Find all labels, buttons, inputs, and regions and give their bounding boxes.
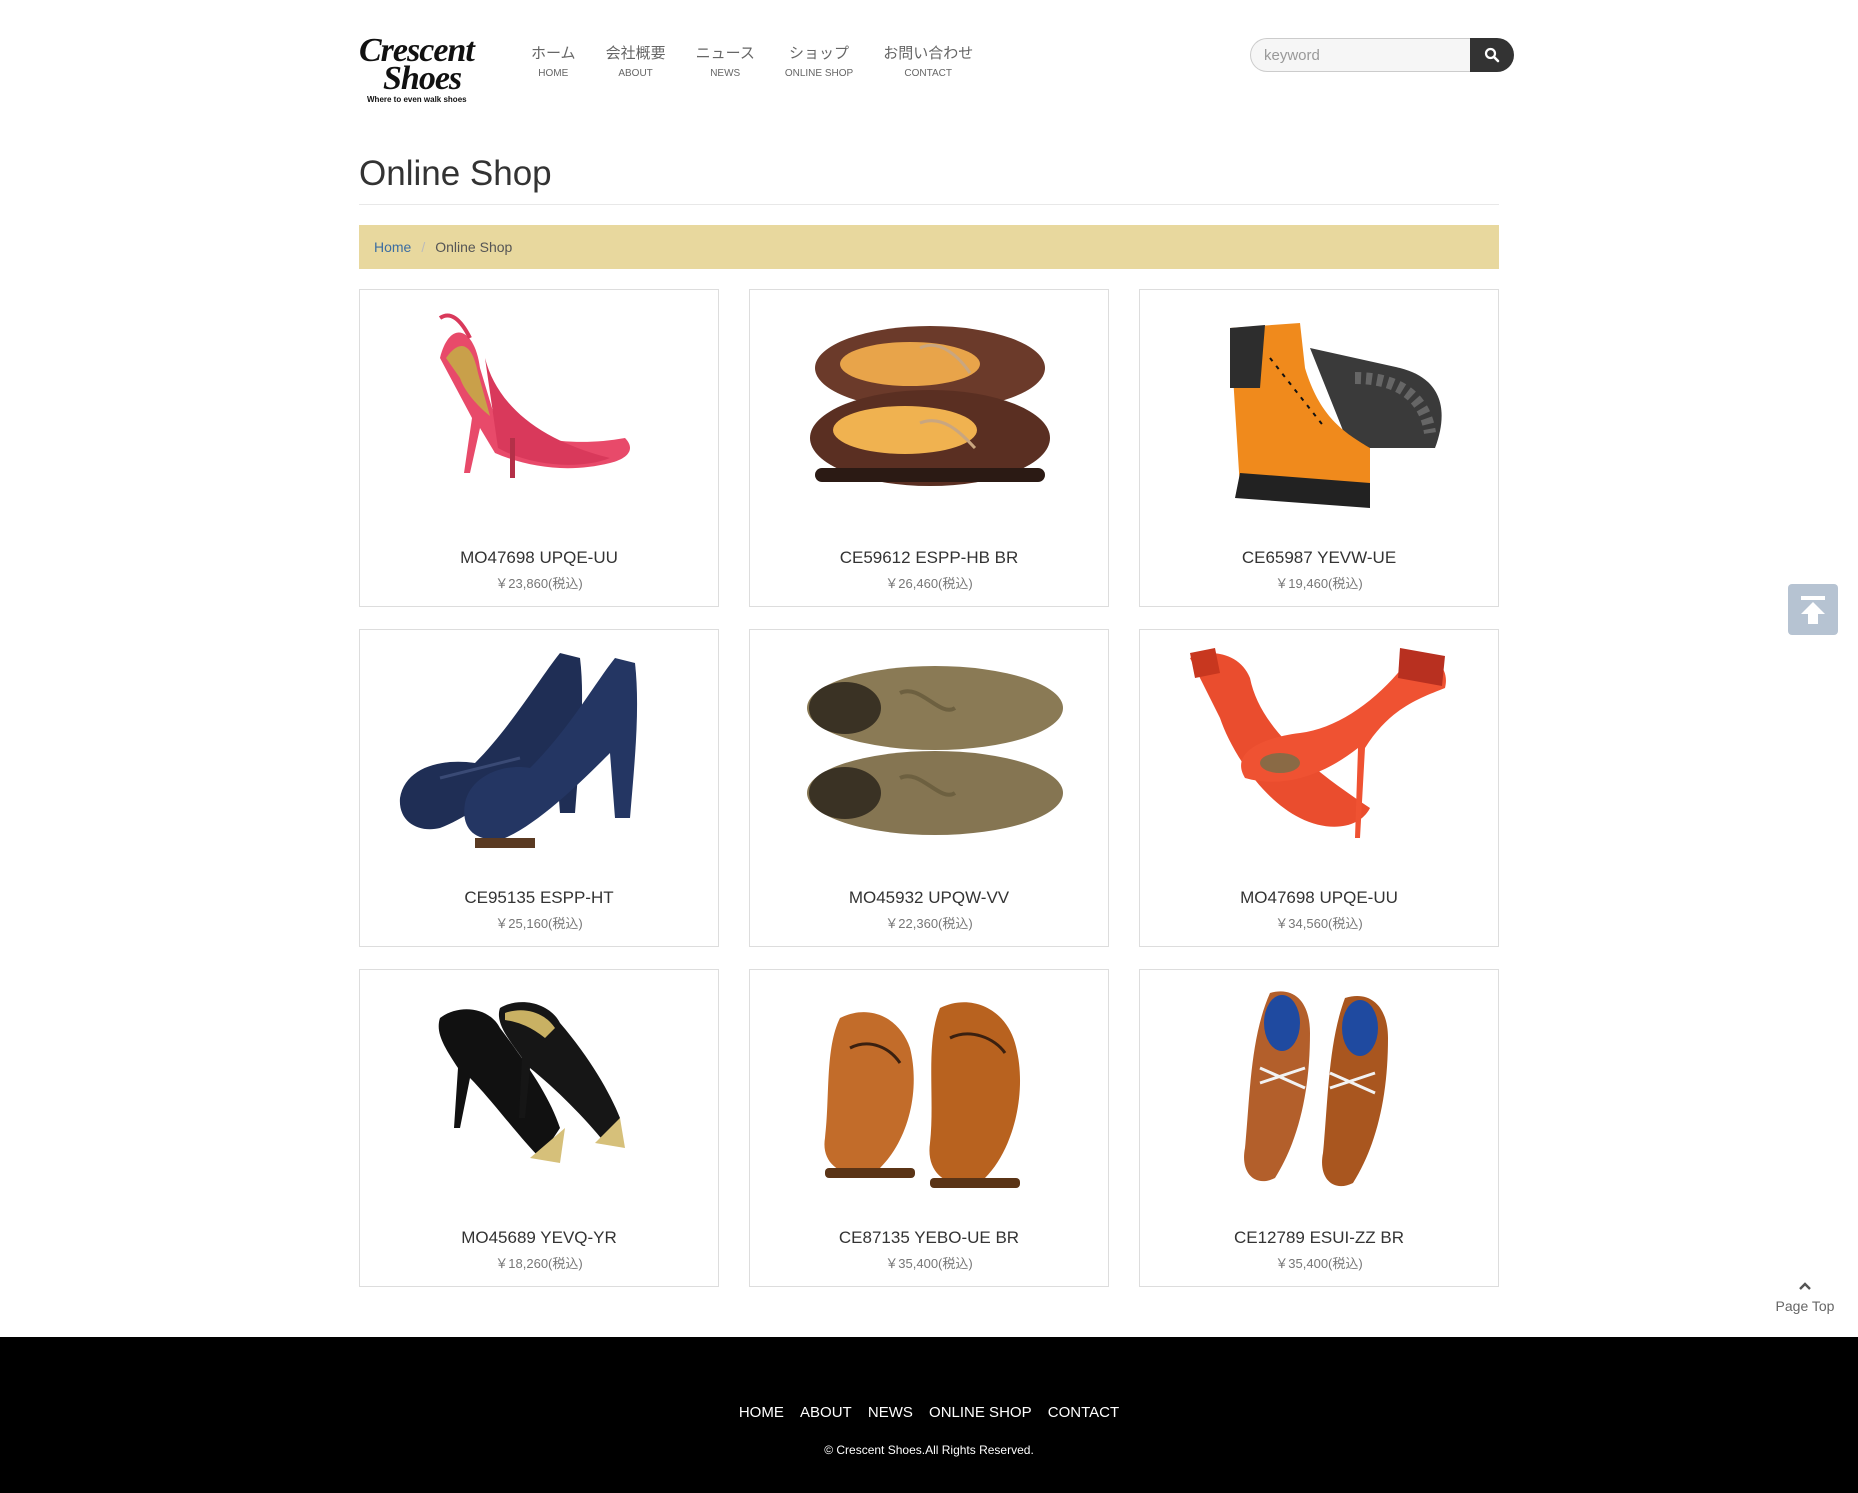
- product-name[interactable]: MO47698 UPQE-UU: [360, 548, 718, 568]
- product-name[interactable]: CE65987 YEVW-UE: [1140, 548, 1498, 568]
- breadcrumb-current: Online Shop: [435, 239, 513, 255]
- product-card[interactable]: CE65987 YEVW-UE ￥19,460(税込): [1139, 289, 1499, 607]
- copyright: © Crescent Shoes.All Rights Reserved.: [824, 1443, 1034, 1457]
- product-price: ￥26,460(税込): [885, 576, 973, 591]
- breadcrumb-separator: /: [421, 239, 426, 255]
- search-input[interactable]: [1250, 38, 1470, 72]
- search-icon: [1484, 47, 1500, 63]
- product-image-black-gold-pumps[interactable]: [380, 978, 700, 1203]
- product-card[interactable]: MO47698 UPQE-UU ￥23,860(税込): [359, 289, 719, 607]
- logo-tagline: Where to even walk shoes: [367, 95, 467, 104]
- nav-item-about[interactable]: 会社概要 ABOUT: [606, 44, 666, 81]
- nav-label-en: NEWS: [710, 68, 741, 79]
- product-image-suede-lace-up-shoes[interactable]: [770, 638, 1090, 863]
- nav-label-jp: お問い合わせ: [883, 45, 974, 62]
- nav-item-online-shop[interactable]: ショップ ONLINE SHOP: [785, 44, 853, 81]
- product-price: ￥35,400(税込): [1275, 1256, 1363, 1271]
- scroll-to-top-button[interactable]: [1788, 584, 1838, 635]
- footer-link-contact[interactable]: CONTACT: [1048, 1404, 1119, 1421]
- search-bar: [1250, 38, 1514, 72]
- product-image-woven-brown-oxfords[interactable]: [1160, 978, 1480, 1203]
- product-card[interactable]: CE12789 ESUI-ZZ BR ￥35,400(税込): [1139, 969, 1499, 1287]
- arrow-up-to-top-icon: [1801, 595, 1825, 624]
- nav-label-jp: ショップ: [789, 45, 850, 62]
- product-image-brown-boat-shoes[interactable]: [770, 298, 1090, 523]
- product-image-orange-hiking-boots[interactable]: [1160, 298, 1480, 523]
- logo-word-2: Shoes: [383, 60, 462, 97]
- product-name[interactable]: MO45932 UPQW-VV: [750, 888, 1108, 908]
- product-card[interactable]: CE59612 ESPP-HB BR ￥26,460(税込): [749, 289, 1109, 607]
- nav-label-en: CONTACT: [904, 68, 952, 79]
- product-name[interactable]: MO45689 YEVQ-YR: [360, 1228, 718, 1248]
- site-header: Crescent Shoes Where to even walk shoes …: [359, 0, 1515, 120]
- product-name[interactable]: CE95135 ESPP-HT: [360, 888, 718, 908]
- product-name[interactable]: CE59612 ESPP-HB BR: [750, 548, 1108, 568]
- product-price: ￥25,160(税込): [495, 916, 583, 931]
- product-price: ￥22,360(税込): [885, 916, 973, 931]
- product-card[interactable]: MO45689 YEVQ-YR ￥18,260(税込): [359, 969, 719, 1287]
- footer-link-online-shop[interactable]: ONLINE SHOP: [929, 1404, 1032, 1421]
- product-image-navy-platform-pumps[interactable]: [380, 638, 700, 863]
- product-price: ￥34,560(税込): [1275, 916, 1363, 931]
- breadcrumb: Home / Online Shop: [359, 225, 1499, 269]
- product-name[interactable]: CE87135 YEBO-UE BR: [750, 1228, 1108, 1248]
- product-card[interactable]: MO45932 UPQW-VV ￥22,360(税込): [749, 629, 1109, 947]
- nav-label-en: ABOUT: [618, 68, 653, 79]
- product-image-pink-slingback-heel[interactable]: [380, 298, 700, 523]
- footer-link-home[interactable]: HOME: [739, 1404, 784, 1421]
- page-title: Online Shop: [359, 154, 552, 193]
- nav-item-contact[interactable]: お問い合わせ CONTACT: [883, 44, 973, 81]
- nav-label-jp: 会社概要: [605, 45, 666, 62]
- product-price: ￥35,400(税込): [885, 1256, 973, 1271]
- nav-label-jp: ホーム: [531, 45, 576, 62]
- product-name[interactable]: CE12789 ESUI-ZZ BR: [1140, 1228, 1498, 1248]
- main-nav: ホーム HOME 会社概要 ABOUT ニュース NEWS ショップ ONLIN…: [531, 44, 1003, 81]
- nav-item-home[interactable]: ホーム HOME: [531, 44, 576, 81]
- nav-label-jp: ニュース: [695, 45, 755, 62]
- footer-link-news[interactable]: NEWS: [868, 1404, 913, 1421]
- product-image-red-bow-heels[interactable]: [1160, 638, 1480, 863]
- product-price: ￥23,860(税込): [495, 576, 583, 591]
- title-divider: [359, 204, 1499, 205]
- footer-link-about[interactable]: ABOUT: [800, 1404, 852, 1421]
- product-card[interactable]: CE87135 YEBO-UE BR ￥35,400(税込): [749, 969, 1109, 1287]
- search-button[interactable]: [1470, 38, 1514, 72]
- nav-label-en: ONLINE SHOP: [784, 68, 854, 79]
- product-card[interactable]: MO47698 UPQE-UU ￥34,560(税込): [1139, 629, 1499, 947]
- product-name[interactable]: MO47698 UPQE-UU: [1140, 888, 1498, 908]
- footer-nav: HOME ABOUT NEWS ONLINE SHOP CONTACT: [0, 1404, 1858, 1421]
- site-logo[interactable]: Crescent Shoes Where to even walk shoes: [359, 34, 489, 106]
- site-footer: HOME ABOUT NEWS ONLINE SHOP CONTACT © Cr…: [0, 1337, 1858, 1493]
- product-price: ￥18,260(税込): [495, 1256, 583, 1271]
- product-card[interactable]: CE95135 ESPP-HT ￥25,160(税込): [359, 629, 719, 947]
- product-image-tan-oxford-shoes[interactable]: [770, 978, 1090, 1203]
- chevron-up-icon: [1799, 1282, 1811, 1290]
- page-top-link[interactable]: Page Top: [1772, 1278, 1838, 1314]
- page-top-label: Page Top: [1775, 1298, 1835, 1314]
- nav-label-en: HOME: [538, 68, 569, 79]
- nav-item-news[interactable]: ニュース NEWS: [696, 44, 755, 81]
- breadcrumb-home-link[interactable]: Home: [374, 239, 411, 255]
- product-price: ￥19,460(税込): [1275, 576, 1363, 591]
